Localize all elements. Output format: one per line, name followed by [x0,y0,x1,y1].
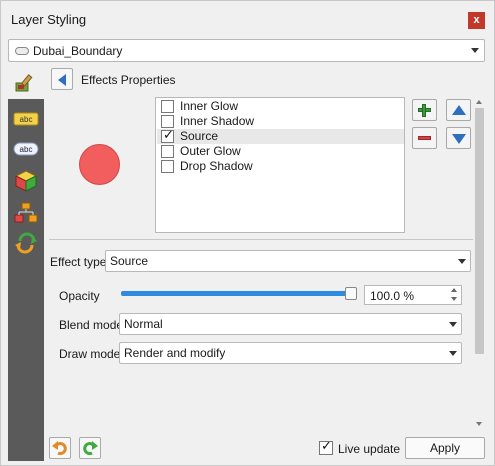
labels-icon[interactable]: abc [12,107,40,131]
chevron-down-icon [449,351,457,356]
effect-checkbox[interactable] [161,160,174,173]
effect-checkbox[interactable]: ✓ [161,127,174,143]
redo-button[interactable] [79,437,101,459]
move-down-button[interactable] [446,127,471,149]
undo-button[interactable] [49,437,71,459]
paintbrush-icon[interactable] [12,71,40,95]
minus-icon [418,136,431,140]
draw-mode-label: Draw mode [59,347,121,361]
window-title: Layer Styling [11,12,87,27]
opacity-spinbox[interactable]: 100.0 % [364,285,462,305]
effect-preview [79,144,120,185]
draw-mode-select[interactable]: Render and modify [119,342,462,364]
redo-icon [83,441,98,456]
chevron-down-icon [449,322,457,327]
scrollbar-thumb[interactable] [475,108,484,354]
masks-icon[interactable]: abc [12,137,40,161]
effect-type-label: Effect type [50,255,107,269]
svg-text:abc: abc [20,115,33,124]
live-update-checkbox[interactable]: ✓ [319,438,333,455]
list-item[interactable]: Outer Glow [157,144,404,159]
history-icon[interactable] [12,231,40,255]
opacity-slider[interactable] [121,291,355,296]
checkmark-icon: ✓ [321,438,332,453]
effect-label: Inner Shadow [180,114,255,128]
effect-label: Source [180,129,219,143]
arrow-up-icon [452,105,466,115]
effect-label: Inner Glow [180,99,239,113]
opacity-value: 100.0 % [370,289,415,303]
arrow-down-icon [452,134,466,144]
spin-up-icon[interactable] [451,288,457,292]
layer-name: Dubai_Boundary [33,44,123,58]
effect-label: Outer Glow [180,144,241,158]
draw-mode-value: Render and modify [124,346,226,360]
scroll-down-icon[interactable] [476,422,482,426]
divider [49,239,473,240]
layer-select[interactable]: Dubai_Boundary [8,39,485,62]
blend-mode-value: Normal [124,317,163,331]
effect-type-value: Source [110,254,149,268]
opacity-label: Opacity [59,289,100,303]
checkmark-icon: ✓ [163,127,174,142]
effect-checkbox[interactable] [161,145,174,158]
spin-down-icon[interactable] [451,297,457,301]
chevron-down-icon [471,48,479,53]
list-item[interactable]: ✓ Source [157,127,404,144]
list-item[interactable]: Inner Glow [157,99,404,114]
effect-type-select[interactable]: Source [105,250,471,272]
add-effect-button[interactable] [412,99,437,121]
title-bar: Layer Styling x [1,1,494,37]
undo-icon [52,441,67,456]
svg-text:abc: abc [20,145,33,154]
move-up-button[interactable] [446,99,471,121]
remove-effect-button[interactable] [412,127,437,149]
polygon-layer-icon [15,47,29,55]
sidebar-top [8,67,44,99]
scroll-up-icon[interactable] [476,100,482,104]
close-button[interactable]: x [468,12,485,29]
arrow-left-icon [58,74,66,86]
plus-icon-vertical [422,104,426,117]
blend-mode-label: Blend mode [59,318,124,332]
effect-checkbox[interactable] [161,100,174,113]
layer-styling-window: Layer Styling x Dubai_Boundary abc abc E… [0,0,495,466]
effects-properties-title: Effects Properties [81,73,176,87]
apply-button[interactable]: Apply [405,437,485,459]
diagrams-icon[interactable] [12,201,40,225]
effect-label: Drop Shadow [180,159,253,173]
list-item[interactable]: Inner Shadow [157,114,404,129]
live-update-label: Live update [338,442,401,456]
chevron-down-icon [458,259,466,264]
back-button[interactable] [51,68,73,90]
list-item[interactable]: Drop Shadow [157,159,404,174]
blend-mode-select[interactable]: Normal [119,313,462,335]
opacity-slider-handle[interactable] [345,287,357,300]
effect-list: Inner Glow Inner Shadow ✓ Source Outer G… [155,97,405,233]
style-sidebar: abc abc [8,99,44,461]
3d-view-icon[interactable] [12,169,40,193]
